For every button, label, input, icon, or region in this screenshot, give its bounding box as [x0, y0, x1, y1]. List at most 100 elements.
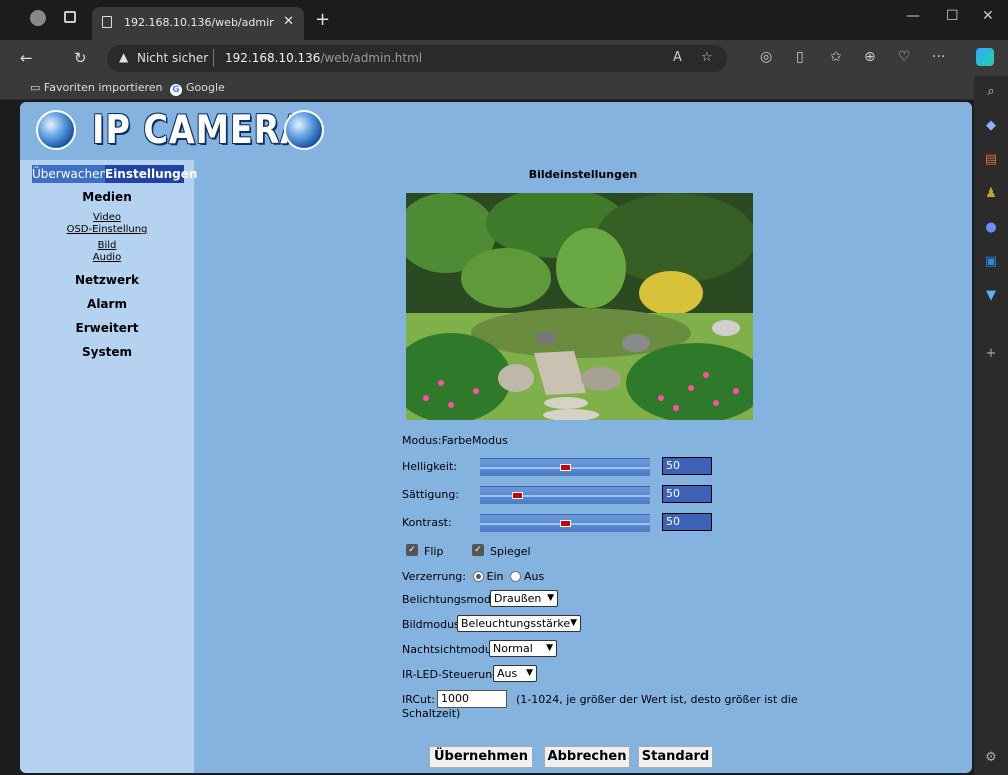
nav-advanced[interactable]: Erweitert: [20, 317, 194, 339]
security-label[interactable]: Nicht sicher: [137, 51, 208, 65]
favorites-bar: ▭ Favoriten importieren G Google: [0, 76, 1008, 100]
copilot-icon[interactable]: [976, 48, 994, 66]
saturation-slider-thumb[interactable]: [512, 492, 523, 499]
tab-settings[interactable]: Einstellungen: [105, 165, 197, 183]
brightness-value[interactable]: 50: [662, 457, 712, 475]
address-bar[interactable]: ▲ Nicht sicher 192.168.10.136/web/admin.…: [107, 45, 727, 72]
workspaces-icon[interactable]: [64, 11, 76, 23]
exposure-select[interactable]: Draußen ▼: [490, 590, 558, 607]
people-icon[interactable]: ♟: [983, 186, 999, 202]
favorite-star-icon[interactable]: ☆: [701, 50, 713, 65]
distortion-off-label: Aus: [523, 570, 545, 583]
distortion-on-label: Ein: [486, 570, 504, 583]
page-title: Bildeinstellungen: [528, 168, 638, 181]
minimize-icon[interactable]: —: [906, 8, 920, 24]
search-icon[interactable]: ⌕: [983, 84, 999, 100]
mirror-label: Spiegel: [490, 545, 531, 558]
cancel-button[interactable]: Abbrechen: [544, 746, 630, 768]
google-icon: G: [170, 84, 182, 96]
close-tab-icon[interactable]: ✕: [283, 14, 294, 29]
nav-image[interactable]: Bild: [20, 240, 194, 252]
globe-icon: [284, 110, 324, 150]
more-icon[interactable]: ···: [932, 49, 945, 65]
distortion-label: Verzerrung:: [402, 570, 466, 583]
chevron-down-icon: ▼: [547, 593, 554, 603]
contrast-value[interactable]: 50: [662, 513, 712, 531]
distortion-on-radio[interactable]: [472, 571, 484, 582]
banner: IP CAMERA: [20, 102, 972, 160]
ircut-input[interactable]: 1000: [437, 690, 507, 708]
outlook-icon[interactable]: ▣: [983, 254, 999, 270]
nav-system[interactable]: System: [20, 341, 194, 363]
chevron-down-icon: ▼: [526, 668, 533, 678]
nav-video[interactable]: Video: [20, 212, 194, 224]
contrast-label: Kontrast:: [402, 516, 452, 529]
contrast-slider-thumb[interactable]: [560, 520, 571, 527]
read-aloud-icon[interactable]: A: [673, 50, 682, 65]
irled-label: IR-LED-Steuerung:: [402, 668, 503, 681]
tab-title: 192.168.10.136/web/admin.: [124, 16, 274, 29]
add-icon[interactable]: +: [983, 346, 999, 362]
refresh-icon[interactable]: ↻: [74, 49, 87, 67]
circle-app-icon[interactable]: ●: [983, 220, 999, 236]
nav-media[interactable]: Medien: [20, 186, 194, 208]
maximize-icon[interactable]: ☐: [946, 8, 959, 24]
extensions-icon[interactable]: ◎: [760, 49, 772, 65]
page-icon: [102, 16, 112, 28]
close-window-icon[interactable]: ✕: [982, 8, 994, 24]
image-settings-panel: Bildeinstellungen Modus:FarbeModus Helli…: [194, 160, 972, 773]
picture-mode-select[interactable]: Beleuchtungsstärke ▼: [457, 615, 581, 632]
apply-button[interactable]: Übernehmen: [429, 746, 533, 768]
contrast-slider[interactable]: [480, 514, 650, 532]
brightness-slider-thumb[interactable]: [560, 464, 571, 471]
chevron-down-icon: ▼: [570, 618, 577, 628]
default-button[interactable]: Standard: [638, 746, 713, 768]
address-toolbar: ← ↻ ▲ Nicht sicher 192.168.10.136/web/ad…: [0, 40, 1008, 76]
brightness-label: Helligkeit:: [402, 460, 458, 473]
saturation-slider[interactable]: [480, 486, 650, 504]
collections-icon[interactable]: ⊕: [864, 49, 876, 65]
tab-watch[interactable]: Überwachen: [32, 165, 107, 183]
nav-osd[interactable]: OSD-Einstellung: [20, 224, 194, 236]
health-icon[interactable]: ♡: [898, 49, 911, 65]
nav-network[interactable]: Netzwerk: [20, 269, 194, 291]
picture-mode-label: Bildmodus:: [402, 618, 464, 631]
chevron-down-icon: ▼: [546, 643, 553, 653]
saturation-label: Sättigung:: [402, 488, 460, 501]
warning-icon: ▲: [119, 50, 129, 64]
favorite-google[interactable]: G Google: [170, 81, 225, 96]
new-tab-icon[interactable]: +: [315, 9, 330, 30]
mirror-checkbox[interactable]: ✓: [472, 544, 484, 556]
irled-select[interactable]: Aus ▼: [493, 665, 537, 682]
saturation-value[interactable]: 50: [662, 485, 712, 503]
flip-label: Flip: [424, 545, 444, 558]
favorites-import[interactable]: ▭ Favoriten importieren: [30, 81, 162, 94]
ircut-hint-line2: Schaltzeit): [402, 707, 461, 720]
nav-audio[interactable]: Audio: [20, 252, 194, 264]
garden-scene: [406, 193, 753, 420]
divider: [213, 49, 214, 67]
settings-icon[interactable]: ⚙: [983, 750, 999, 766]
page-viewport: IP CAMERA Überwachen Einstellungen Medie…: [20, 102, 972, 773]
send-icon[interactable]: ▼: [983, 288, 999, 304]
url-text[interactable]: 192.168.10.136/web/admin.html: [225, 51, 422, 65]
browser-tab-bar: 192.168.10.136/web/admin. ✕ + — ☐ ✕: [0, 0, 1008, 40]
browser-tab[interactable]: 192.168.10.136/web/admin. ✕: [92, 7, 304, 40]
back-icon[interactable]: ←: [20, 49, 33, 67]
split-screen-icon[interactable]: ▯: [796, 49, 804, 65]
distortion-row: Verzerrung: Ein Aus: [402, 570, 544, 583]
brightness-slider[interactable]: [480, 458, 650, 476]
ircut-label: IRCut:: [402, 693, 436, 706]
tag-icon[interactable]: ◆: [983, 118, 999, 134]
mode-label: Modus:FarbeModus: [402, 434, 508, 447]
globe-icon: [36, 110, 76, 150]
nav-alarm[interactable]: Alarm: [20, 293, 194, 315]
settings-nav: Medien Video OSD-Einstellung Bild Audio …: [20, 188, 194, 363]
profile-icon[interactable]: [30, 10, 46, 26]
distortion-off-radio[interactable]: [509, 571, 521, 582]
favorites-icon[interactable]: ✩: [830, 49, 842, 65]
flip-checkbox[interactable]: ✓: [406, 544, 418, 556]
night-mode-select[interactable]: Normal ▼: [489, 640, 557, 657]
night-mode-label: Nachtsichtmodus:: [402, 643, 502, 656]
briefcase-icon[interactable]: ▤: [983, 152, 999, 168]
